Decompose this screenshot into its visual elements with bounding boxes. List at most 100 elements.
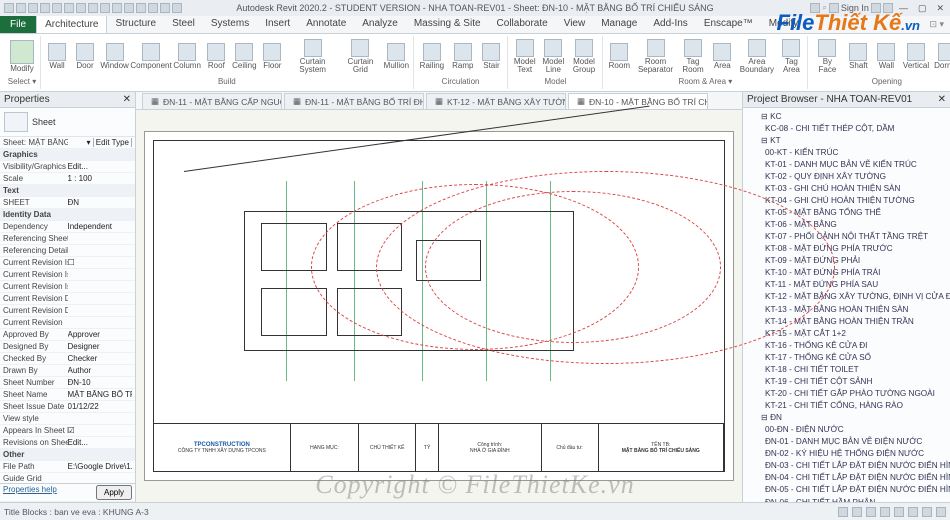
3d-icon[interactable] (124, 3, 134, 13)
prop-row[interactable]: DependencyIndependent (0, 221, 135, 233)
switch-windows-icon[interactable] (172, 3, 182, 13)
prop-row[interactable]: File PathE:\Google Drive\1. WOR... (0, 461, 135, 473)
ceiling-button[interactable]: Ceiling (230, 36, 258, 77)
floor-button[interactable]: Floor (258, 36, 286, 77)
select-links-icon[interactable] (880, 507, 890, 517)
worksets-icon[interactable] (838, 507, 848, 517)
file-tab[interactable]: File (0, 16, 36, 33)
menu-tab-modify[interactable]: Modify (761, 15, 806, 33)
instance-selector[interactable]: Sheet: MẶT BẰNG BỐ TRÍ CHIẾU SÁN ▾ Edit … (0, 137, 135, 149)
close-icon[interactable]: ✕ (932, 3, 948, 14)
prop-row[interactable]: SHEETĐN (0, 197, 135, 209)
menu-tab-add-ins[interactable]: Add-Ins (645, 15, 695, 33)
prop-row[interactable]: Checked ByChecker (0, 353, 135, 365)
model-group-button[interactable]: Model Group (568, 36, 601, 77)
filter-icon[interactable] (936, 507, 946, 517)
prop-row[interactable]: Guide Grid (0, 473, 135, 483)
prop-section-header[interactable]: Text (0, 185, 135, 197)
redo-icon[interactable] (52, 3, 62, 13)
tree-item[interactable]: ĐN-06 - CHI TIẾT HẦM PHÂN (745, 496, 948, 502)
prop-row[interactable]: Current Revision (0, 317, 135, 329)
view-tab[interactable]: ▦ĐN-11 - MẶT BẰNG BỐ TRÍ ĐHKK...✕ (284, 93, 424, 109)
tree-item[interactable]: ⊟ KC (745, 110, 948, 122)
sign-in-link[interactable]: Sign In (841, 3, 869, 13)
area-boundary-button[interactable]: Area Boundary (736, 36, 777, 77)
tree-item[interactable]: KC-08 - CHI TIẾT THÉP CỘT, DẦM (745, 122, 948, 134)
curtain-grid-button[interactable]: Curtain Grid (339, 36, 382, 77)
tree-item[interactable]: KT-21 - CHI TIẾT CỔNG, HÀNG RÀO (745, 400, 948, 412)
prop-row[interactable]: Current Revision Issued... (0, 281, 135, 293)
user-icon[interactable] (829, 3, 839, 13)
ramp-button[interactable]: Ramp (448, 36, 477, 77)
prop-row[interactable]: Designed ByDesigner (0, 341, 135, 353)
menu-tab-manage[interactable]: Manage (593, 15, 645, 33)
print-icon[interactable] (64, 3, 74, 13)
prop-row[interactable]: Revisions on SheetEdit... (0, 437, 135, 449)
tree-item[interactable]: ⊟ KT (745, 134, 948, 146)
properties-help-link[interactable]: Properties help (3, 485, 68, 500)
ribbon-options-icon[interactable]: ⊡ ▾ (923, 16, 950, 33)
save-icon[interactable] (28, 3, 38, 13)
view-tab[interactable]: ▦ĐN-11 - MẶT BẰNG CẤP NGUỒN...✕ (142, 93, 282, 109)
close-hidden-icon[interactable] (160, 3, 170, 13)
view-tab[interactable]: ▦KT-12 - MẶT BẰNG XÂY TƯỜNG, Đ...✕ (426, 93, 566, 109)
favorites-icon[interactable] (871, 3, 881, 13)
prop-row[interactable]: Sheet NameMẶT BẰNG BỐ TRÍ CHIẾ... (0, 389, 135, 401)
tree-item[interactable]: ĐN-02 - KÝ HIỆU HỆ THỐNG ĐIỆN NƯỚC (745, 448, 948, 460)
title-block[interactable]: TPCONSTRUCTION CÔNG TY TNHH XÂY DỰNG TPC… (154, 423, 724, 471)
tag-area-button[interactable]: Tag Area (777, 36, 805, 77)
menu-tab-architecture[interactable]: Architecture (36, 15, 107, 33)
tree-item[interactable]: KT-16 - THỐNG KÊ CỬA ĐI (745, 339, 948, 351)
prop-row[interactable]: Sheet NumberĐN-10 (0, 377, 135, 389)
vertical-button[interactable]: Vertical (900, 36, 931, 77)
tree-item[interactable]: KT-02 - QUY ĐỊNH XÂY TƯỜNG (745, 170, 948, 182)
prop-row[interactable]: Current Revision Descri... (0, 305, 135, 317)
tree-item[interactable]: ĐN-03 - CHI TIẾT LẮP ĐẶT ĐIỆN NƯỚC ĐIỂN … (745, 460, 948, 472)
menu-tab-analyze[interactable]: Analyze (354, 15, 406, 33)
modify-button[interactable]: Modify (6, 36, 38, 77)
section-icon[interactable] (136, 3, 146, 13)
railing-button[interactable]: Railing (416, 36, 448, 77)
info-center-icon[interactable] (810, 3, 820, 13)
tree-item[interactable]: KT-18 - CHI TIẾT TOILET (745, 363, 948, 375)
tree-item[interactable]: ⊟ ĐN (745, 412, 948, 424)
menu-tab-insert[interactable]: Insert (257, 15, 298, 33)
select-face-icon[interactable] (908, 507, 918, 517)
tag-icon[interactable] (100, 3, 110, 13)
help-icon[interactable] (883, 3, 893, 13)
maximize-icon[interactable]: ▢ (914, 3, 931, 14)
select-pinned-icon[interactable] (894, 507, 904, 517)
select-caption[interactable]: Select ▾ (6, 77, 38, 89)
prop-row[interactable]: Drawn ByAuthor (0, 365, 135, 377)
stair-button[interactable]: Stair (477, 36, 505, 77)
shaft-button[interactable]: Shaft (844, 36, 872, 77)
type-selector[interactable]: Sheet (0, 108, 135, 137)
tree-item[interactable]: KT-20 - CHI TIẾT GẮP PHÀO TƯỜNG NGOÀI (745, 387, 948, 399)
tree-item[interactable]: KT-01 - DANH MỤC BẢN VẼ KIẾN TRÚC (745, 158, 948, 170)
column-button[interactable]: Column (172, 36, 202, 77)
prop-row[interactable]: Sheet Issue Date01/12/22 (0, 401, 135, 413)
prop-row[interactable]: Current Revision Issued☐ (0, 257, 135, 269)
door-button[interactable]: Door (71, 36, 99, 77)
menu-tab-view[interactable]: View (556, 15, 594, 33)
prop-row[interactable]: Referencing Detail (0, 245, 135, 257)
prop-section-header[interactable]: Identity Data (0, 209, 135, 221)
prop-row[interactable]: Visibility/Graphics Over...Edit... (0, 161, 135, 173)
measure-icon[interactable] (76, 3, 86, 13)
tree-item[interactable]: ĐN-05 - CHI TIẾT LẮP ĐẶT ĐIỆN NƯỚC ĐIỂN … (745, 484, 948, 496)
search-box[interactable]: ⌕ (822, 3, 826, 13)
dim-icon[interactable] (88, 3, 98, 13)
drag-icon[interactable] (922, 507, 932, 517)
undo-icon[interactable] (40, 3, 50, 13)
mullion-button[interactable]: Mullion (382, 36, 411, 77)
dormer-button[interactable]: Dormer (932, 36, 950, 77)
menu-tab-enscape-[interactable]: Enscape™ (696, 15, 761, 33)
tree-item[interactable]: 00-ĐN - ĐIỆN NƯỚC (745, 424, 948, 436)
design-options-icon[interactable] (866, 507, 876, 517)
tree-item[interactable]: KT-19 - CHI TIẾT CỘT SẢNH (745, 375, 948, 387)
component-button[interactable]: Component (130, 36, 172, 77)
menu-tab-massing-site[interactable]: Massing & Site (406, 15, 489, 33)
model-text-button[interactable]: Model Text (510, 36, 538, 77)
sheet-view[interactable]: TPCONSTRUCTION CÔNG TY TNHH XÂY DỰNG TPC… (144, 131, 734, 481)
prop-row[interactable]: Approved ByApprover (0, 329, 135, 341)
